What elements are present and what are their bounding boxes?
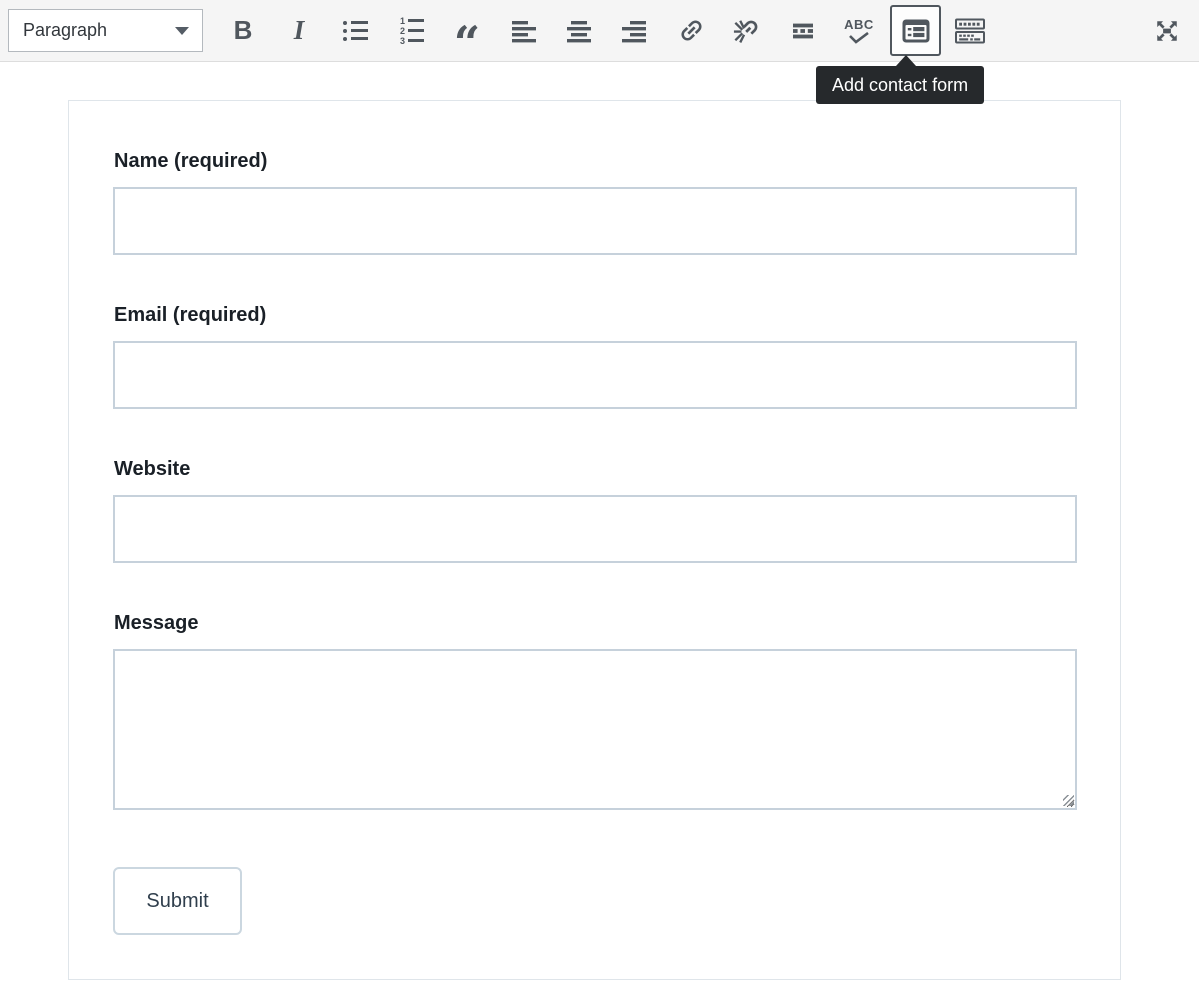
bulleted-list-button[interactable]: [327, 8, 383, 54]
italic-button[interactable]: I: [271, 8, 327, 54]
remove-link-button[interactable]: [719, 8, 775, 54]
spellcheck-icon: ABC: [844, 18, 874, 44]
keyboard-icon: [955, 18, 985, 44]
numbered-list-icon: 1 2 3: [398, 17, 424, 45]
align-center-icon: [566, 19, 592, 43]
link-icon: [678, 17, 705, 44]
editor-canvas: Name (required) Email (required) Website…: [0, 100, 1199, 980]
contact-form-preview: Name (required) Email (required) Website…: [68, 100, 1121, 980]
email-field-label: Email (required): [114, 304, 1077, 326]
website-field-label: Website: [114, 458, 1077, 480]
toolbar-toggle-button[interactable]: [944, 8, 996, 54]
email-input[interactable]: [113, 341, 1077, 409]
more-tag-icon: [790, 19, 816, 43]
message-textarea[interactable]: [113, 649, 1077, 810]
paragraph-style-dropdown[interactable]: Paragraph: [8, 9, 203, 52]
bulleted-list-icon: [343, 21, 368, 41]
name-field-label: Name (required): [114, 150, 1077, 172]
align-center-button[interactable]: [551, 8, 607, 54]
bold-button[interactable]: B: [215, 8, 271, 54]
submit-button[interactable]: Submit: [113, 867, 242, 935]
contact-form-icon: [901, 18, 931, 44]
website-input[interactable]: [113, 495, 1077, 563]
add-contact-form-tooltip: Add contact form: [816, 66, 984, 104]
spellcheck-button[interactable]: ABC: [831, 8, 887, 54]
insert-more-tag-button[interactable]: [775, 8, 831, 54]
toolbar-buttons: B I 1 2 3 “: [215, 5, 1189, 56]
paragraph-style-value: Paragraph: [23, 20, 107, 41]
fullscreen-button[interactable]: [1145, 8, 1189, 54]
blockquote-button[interactable]: “: [439, 8, 495, 54]
insert-link-button[interactable]: [663, 8, 719, 54]
align-left-button[interactable]: [495, 8, 551, 54]
bold-icon: B: [234, 15, 253, 46]
align-right-button[interactable]: [607, 8, 663, 54]
align-right-icon: [622, 19, 648, 43]
message-field-label: Message: [114, 612, 1077, 634]
tooltip-text: Add contact form: [832, 75, 968, 95]
name-input[interactable]: [113, 187, 1077, 255]
unlink-icon: [733, 17, 761, 45]
fullscreen-icon: [1152, 18, 1182, 44]
chevron-down-icon: [175, 27, 189, 35]
blockquote-icon: “: [454, 38, 480, 48]
numbered-list-button[interactable]: 1 2 3: [383, 8, 439, 54]
editor-toolbar: Paragraph B I 1 2 3 “: [0, 0, 1199, 62]
add-contact-form-button[interactable]: [890, 5, 941, 56]
align-left-icon: [510, 19, 536, 43]
italic-icon: I: [294, 15, 305, 46]
